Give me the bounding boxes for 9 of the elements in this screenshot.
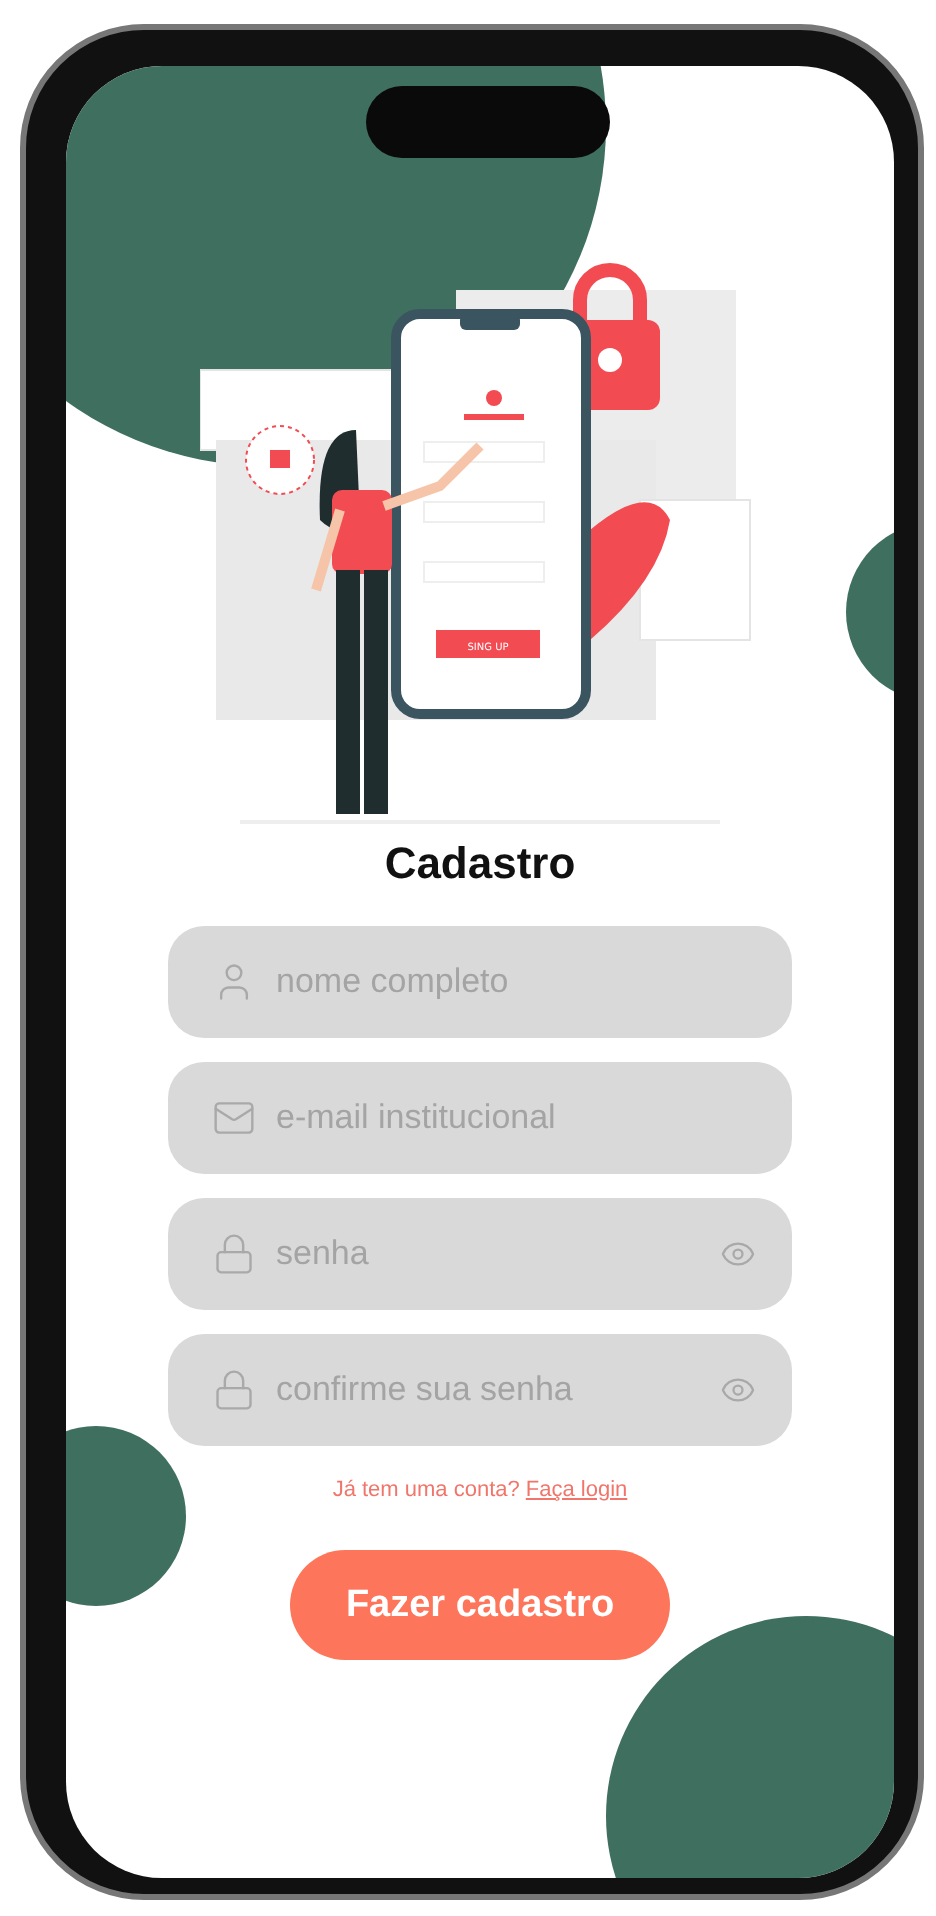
login-prompt: Já tem uma conta? Faça login xyxy=(332,1478,628,1502)
lock-icon xyxy=(212,1368,256,1412)
eye-icon[interactable] xyxy=(720,1236,756,1272)
login-link[interactable]: Faça login xyxy=(525,1478,628,1502)
page-title: Cadastro xyxy=(384,838,576,890)
signup-button[interactable]: Fazer cadastro xyxy=(290,1550,670,1660)
eye-icon[interactable] xyxy=(720,1372,756,1408)
lock-icon xyxy=(212,1232,256,1276)
mail-icon xyxy=(212,1096,256,1140)
